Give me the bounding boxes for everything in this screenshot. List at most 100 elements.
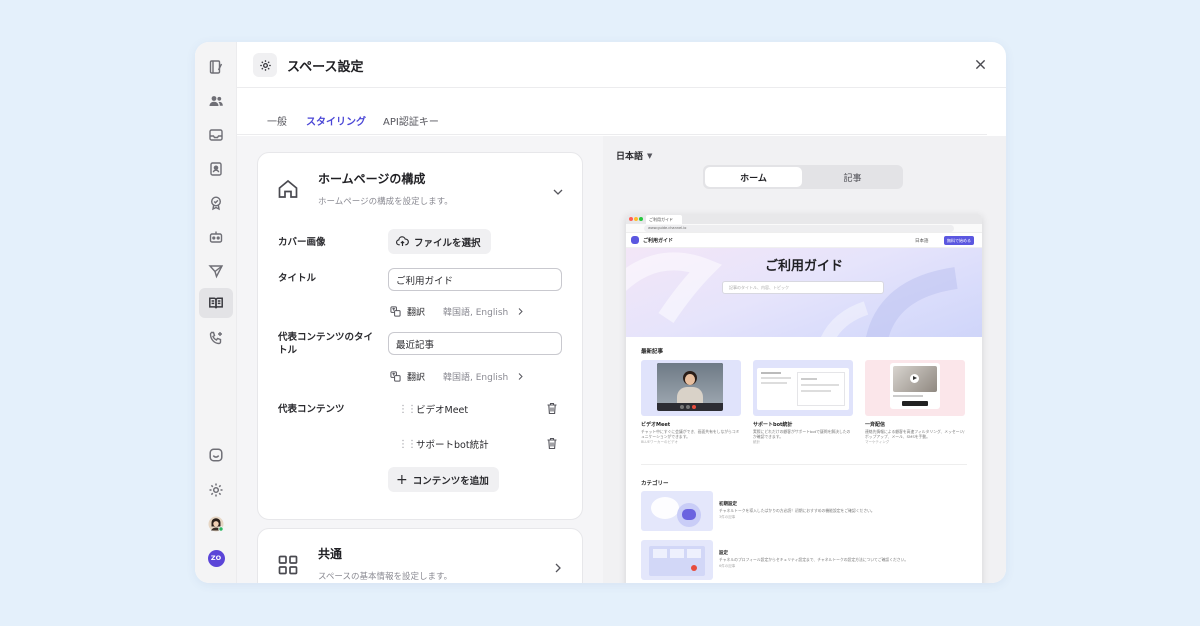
notebook-icon[interactable] — [199, 52, 233, 82]
drag-handle-icon[interactable]: ⋮⋮ — [398, 439, 417, 450]
translation-row[interactable]: 翻訳 韓国語, English — [390, 305, 525, 318]
window-dot — [639, 217, 643, 221]
add-content-button[interactable]: + コンテンツを追加 — [388, 467, 499, 492]
homepage-config-card: ホームページの構成 ホームページの構成を設定します。 カバー画像 ファイルを選択… — [257, 152, 583, 520]
hero-title: ご利用ガイド — [764, 259, 843, 274]
site-language: 日本語 — [915, 239, 929, 244]
language-value: 日本語 — [616, 152, 644, 162]
close-icon[interactable] — [972, 56, 988, 72]
sidebar: ZO — [195, 42, 237, 583]
featured-title-label: 代表コンテンツのタイトル — [278, 332, 374, 356]
tab-general[interactable]: 一般 — [267, 113, 287, 136]
chevron-down-icon[interactable] — [552, 183, 564, 195]
choose-file-label: ファイルを選択 — [414, 237, 481, 249]
window-dot — [629, 217, 633, 221]
translate-icon — [390, 306, 401, 317]
settings-tabs: 一般 スタイリング API認証キー — [237, 88, 987, 138]
bot-icon[interactable] — [199, 222, 233, 252]
video-screen — [657, 363, 723, 411]
featured-item-label: ビデオMeet — [416, 405, 469, 416]
browser-tab: ご利用ガイド — [646, 215, 682, 224]
chevron-right-icon — [518, 373, 523, 380]
featured-title-input[interactable]: 最近記事 — [388, 332, 562, 355]
site-logo — [631, 236, 639, 244]
chevron-right-icon — [518, 308, 523, 315]
workspace-avatar[interactable]: ZO — [199, 543, 233, 573]
translate-icon — [390, 371, 401, 382]
featured-item[interactable]: ⋮⋮ サポートbot統計 — [398, 436, 558, 452]
featured-item-label: サポートbot統計 — [416, 440, 489, 451]
tab-api-key[interactable]: API認証キー — [383, 113, 439, 136]
category-row: 初期設定 チャネルトークを導入したばかりの方必読！初期におすすめの機能設定をご確… — [641, 491, 971, 531]
grid-icon — [276, 553, 300, 577]
choose-file-button[interactable]: ファイルを選択 — [388, 229, 491, 254]
segment-home[interactable]: ホーム — [705, 167, 802, 187]
segment-articles[interactable]: 記事 — [804, 167, 901, 187]
browser-url-bar: www.guide.channel.io — [626, 224, 982, 233]
settings-pane: ホームページの構成 ホームページの構成を設定します。 カバー画像 ファイルを選択… — [237, 136, 603, 583]
featured-item[interactable]: ⋮⋮ ビデオMeet — [398, 401, 558, 417]
category-title: 設定 — [719, 551, 728, 556]
stats-screen — [757, 368, 849, 410]
category-thumb — [641, 540, 713, 580]
hero-banner: ご利用ガイド 記事のタイトル、内容、トピック — [626, 248, 982, 337]
article-card: サポートbot統計 実際にどれだけの顧客がサポートbotで疑問を解決したのか確認… — [753, 360, 853, 445]
translation-row[interactable]: 翻訳 韓国語, English — [390, 370, 525, 383]
drag-handle-icon[interactable]: ⋮⋮ — [398, 404, 417, 415]
category-label: カテゴリー — [641, 481, 669, 487]
cover-image-label: カバー画像 — [278, 237, 326, 248]
title-label: タイトル — [278, 273, 317, 284]
article-thumb — [753, 360, 853, 416]
gear-icon — [253, 53, 277, 77]
article-desc: 連絡先情報による顧客を高速フィルタリング、メッセージ/ポップアップ、メール、SM… — [865, 429, 965, 439]
badge-icon[interactable] — [199, 188, 233, 218]
browser-preview: ご利用ガイド www.guide.channel.io ご利用ガイド 日本語 無… — [626, 214, 982, 583]
card-title: 共通 — [318, 547, 343, 561]
window-dot — [634, 217, 638, 221]
tab-styling[interactable]: スタイリング — [306, 113, 366, 138]
add-content-label: コンテンツを追加 — [412, 475, 489, 487]
settings-window: ZO スペース設定 一般 スタイリング API認証キー ホームページの構成 ホー… — [195, 42, 1006, 583]
category-meta: 3件の記事 — [719, 515, 736, 519]
dialog-header: スペース設定 — [237, 42, 1006, 88]
trash-icon[interactable] — [546, 437, 558, 450]
avatar[interactable] — [199, 509, 233, 539]
card-title: ホームページの構成 — [318, 172, 426, 186]
chevron-right-icon[interactable] — [552, 559, 564, 573]
article-meta: マーケティング — [865, 440, 890, 444]
translate-label: 翻訳 — [407, 308, 426, 318]
common-card[interactable]: 共通 スペースの基本情報を設定します。 — [257, 528, 583, 583]
article-meta: 統計 — [753, 440, 760, 444]
trash-icon[interactable] — [546, 402, 558, 415]
article-title: サポートbot統計 — [753, 422, 793, 428]
title-input[interactable]: ご利用ガイド — [388, 268, 562, 291]
language-select[interactable]: 日本語 ▼ — [616, 149, 653, 163]
page-title: スペース設定 — [287, 60, 364, 75]
featured-content-label: 代表コンテンツ — [278, 404, 345, 415]
article-thumb — [865, 360, 965, 416]
inbox-icon[interactable] — [199, 120, 233, 150]
phone-icon[interactable] — [199, 323, 233, 353]
category-title: 初期設定 — [719, 502, 737, 507]
settings-icon[interactable] — [199, 475, 233, 505]
translate-label: 翻訳 — [407, 373, 426, 383]
hero-search: 記事のタイトル、内容、トピック — [722, 281, 884, 294]
article-title: 一斉配信 — [865, 422, 886, 428]
users-icon[interactable] — [199, 86, 233, 116]
book-open-icon[interactable] — [199, 288, 233, 318]
home-icon — [276, 177, 300, 201]
send-icon[interactable] — [199, 256, 233, 286]
caret-down-icon: ▼ — [647, 151, 653, 160]
article-thumb — [641, 360, 741, 416]
category-meta: 6件の記事 — [719, 564, 736, 568]
browser-tab-bar: ご利用ガイド — [626, 214, 982, 224]
article-meta: BLUEワーカーのビデオ — [641, 440, 678, 444]
article-title: ビデオMeet — [641, 422, 671, 428]
preview-pane: 日本語 ▼ ホーム 記事 ご利用ガイド www.guide.channel.io… — [603, 136, 1006, 583]
article-card: ビデオMeet チャット中にすぐに会議ができ、画面共有をしながらコミュニケーショ… — [641, 360, 741, 445]
chat-icon[interactable] — [199, 440, 233, 470]
card-subtitle: スペースの基本情報を設定します。 — [318, 572, 453, 582]
site-nav: ご利用ガイド 日本語 無料で始める — [626, 233, 982, 248]
divider — [641, 464, 967, 465]
contact-icon[interactable] — [199, 154, 233, 184]
